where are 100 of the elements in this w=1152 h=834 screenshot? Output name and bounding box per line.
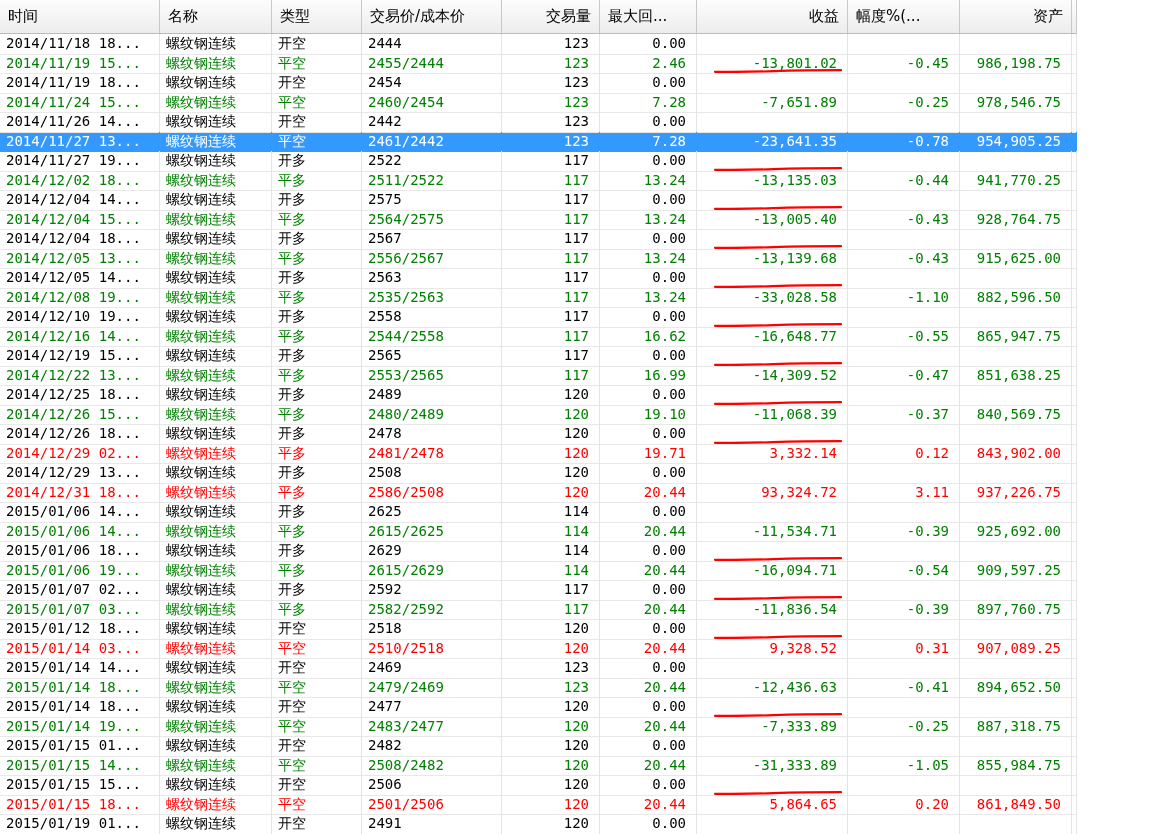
- table-cell-text: 2522: [368, 151, 402, 170]
- table-cell: 2511/2522: [368, 170, 444, 190]
- table-row[interactable]: 2014/12/25 18... 螺纹钢连续 开多 2489 120 0.00: [0, 385, 1077, 405]
- table-cell: 螺纹钢连续: [166, 170, 236, 190]
- table-cell-text: 螺纹钢连续: [166, 541, 236, 560]
- table-cell: 117: [563, 365, 589, 385]
- table-row[interactable]: 2015/01/19 01... 螺纹钢连续 开空 2491 120 0.00: [0, 814, 1077, 834]
- table-cell: 2553/2565: [368, 365, 444, 385]
- table-row[interactable]: 2014/12/22 13... 螺纹钢连续 平多 2553/2565 117 16.99 -14,309.52 -0.47 851,638.25: [0, 365, 1077, 385]
- table-cell: 螺纹钢连续: [166, 326, 236, 346]
- table-cell-text: 120: [563, 385, 589, 404]
- table-cell: 平多: [278, 599, 306, 619]
- table-cell-text: 开空: [278, 658, 306, 677]
- column-header[interactable]: 幅度%(...: [848, 0, 960, 33]
- table-cell: 平多: [278, 170, 306, 190]
- table-row[interactable]: 2014/12/26 18... 螺纹钢连续 开多 2478 120 0.00: [0, 424, 1077, 444]
- table-cell-text: 114: [563, 541, 589, 560]
- table-cell: 120: [563, 482, 589, 502]
- table-cell: -0.44: [906, 170, 949, 190]
- table-cell-text: 120: [563, 814, 589, 833]
- table-cell: 840,569.75: [976, 404, 1061, 424]
- table-row[interactable]: 2014/12/04 15... 螺纹钢连续 平多 2564/2575 117 13.24 -13,005.40 -0.43 928,764.75: [0, 209, 1077, 229]
- table-row[interactable]: 2015/01/15 18... 螺纹钢连续 平空 2501/2506 120 20.44 5,864.65 0.20 861,849.50: [0, 794, 1077, 814]
- table-row[interactable]: 2014/11/26 14... 螺纹钢连续 开空 2442 123 0.00: [0, 112, 1077, 132]
- table-cell-text: 2015/01/06 14...: [6, 502, 141, 521]
- column-header[interactable]: 收益: [697, 0, 848, 33]
- table-row[interactable]: 2014/12/19 15... 螺纹钢连续 开多 2565 117 0.00: [0, 346, 1077, 366]
- table-cell-text: 2014/11/19 18...: [6, 73, 141, 92]
- table-row[interactable]: 2014/12/04 14... 螺纹钢连续 开多 2575 117 0.00: [0, 190, 1077, 210]
- table-row[interactable]: 2014/11/18 18... 螺纹钢连续 开空 2444 123 0.00: [0, 34, 1077, 54]
- column-header[interactable]: 最大回...: [600, 0, 697, 33]
- table-cell-text: 2015/01/19 01...: [6, 814, 141, 833]
- table-row[interactable]: 2015/01/15 01... 螺纹钢连续 开空 2482 120 0.00: [0, 736, 1077, 756]
- table-row[interactable]: 2014/12/05 14... 螺纹钢连续 开多 2563 117 0.00: [0, 268, 1077, 288]
- column-header[interactable]: 名称: [160, 0, 272, 33]
- table-row[interactable]: 2015/01/14 18... 螺纹钢连续 开空 2477 120 0.00: [0, 697, 1077, 717]
- table-row[interactable]: 2014/11/19 18... 螺纹钢连续 开空 2454 123 0.00: [0, 73, 1077, 93]
- table-cell-text: 2478: [368, 424, 402, 443]
- table-cell: 2501/2506: [368, 794, 444, 814]
- table-row[interactable]: 2014/11/27 19... 螺纹钢连续 开多 2522 117 0.00: [0, 151, 1077, 171]
- table-row[interactable]: 2014/11/19 15... 螺纹钢连续 平空 2455/2444 123 2.46 -13,801.02 -0.45 986,198.75: [0, 53, 1077, 73]
- table-cell: 928,764.75: [976, 209, 1061, 229]
- table-cell: 平多: [278, 248, 306, 268]
- table-cell-text: 螺纹钢连续: [166, 775, 236, 794]
- table-row[interactable]: 2014/12/16 14... 螺纹钢连续 平多 2544/2558 117 16.62 -16,648.77 -0.55 865,947.75: [0, 326, 1077, 346]
- table-cell-text: 2015/01/06 18...: [6, 541, 141, 560]
- table-cell-text: 117: [563, 268, 589, 287]
- table-row[interactable]: 2014/12/10 19... 螺纹钢连续 开多 2558 117 0.00: [0, 307, 1077, 327]
- table-cell-text: 117: [563, 307, 589, 326]
- table-row[interactable]: 2014/12/31 18... 螺纹钢连续 平多 2586/2508 120 20.44 93,324.72 3.11 937,226.75: [0, 482, 1077, 502]
- table-cell-text: 2442: [368, 112, 402, 131]
- table-cell: 2014/12/16 14...: [6, 326, 141, 346]
- table-row[interactable]: 2014/12/02 18... 螺纹钢连续 平多 2511/2522 117 13.24 -13,135.03 -0.44 941,770.25: [0, 170, 1077, 190]
- column-header[interactable]: 时间: [0, 0, 160, 33]
- column-header[interactable]: 类型: [272, 0, 362, 33]
- column-header[interactable]: 资产: [960, 0, 1072, 33]
- table-cell: -1.10: [906, 287, 949, 307]
- table-row[interactable]: 2014/12/29 13... 螺纹钢连续 开多 2508 120 0.00: [0, 463, 1077, 483]
- table-row[interactable]: 2015/01/07 02... 螺纹钢连续 开多 2592 117 0.00: [0, 580, 1077, 600]
- table-row[interactable]: 2014/12/04 18... 螺纹钢连续 开多 2567 117 0.00: [0, 229, 1077, 249]
- table-row[interactable]: 2014/11/24 15... 螺纹钢连续 平空 2460/2454 123 7.28 -7,651.89 -0.25 978,546.75: [0, 92, 1077, 112]
- table-cell: 19.71: [643, 443, 686, 463]
- table-row[interactable]: 2014/12/05 13... 螺纹钢连续 平多 2556/2567 117 13.24 -13,139.68 -0.43 915,625.00: [0, 248, 1077, 268]
- table-row[interactable]: 2015/01/12 18... 螺纹钢连续 开空 2518 120 0.00: [0, 619, 1077, 639]
- table-cell-text: 0.00: [652, 346, 686, 365]
- table-cell-text: 2508: [368, 463, 402, 482]
- table-cell: 20.44: [643, 521, 686, 541]
- table-row[interactable]: 2014/12/29 02... 螺纹钢连续 平多 2481/2478 120 19.71 3,332.14 0.12 843,902.00: [0, 443, 1077, 463]
- table-row[interactable]: 2014/12/08 19... 螺纹钢连续 平多 2535/2563 117 13.24 -33,028.58 -1.10 882,596.50: [0, 287, 1077, 307]
- table-row[interactable]: 2015/01/06 19... 螺纹钢连续 平多 2615/2629 114 20.44 -16,094.71 -0.54 909,597.25: [0, 560, 1077, 580]
- table-cell: -13,135.03: [752, 170, 837, 190]
- table-cell: 3,332.14: [769, 443, 837, 463]
- table-row[interactable]: 2015/01/14 19... 螺纹钢连续 平空 2483/2477 120 20.44 -7,333.89 -0.25 887,318.75: [0, 716, 1077, 736]
- table-row[interactable]: 2015/01/14 03... 螺纹钢连续 平空 2510/2518 120 20.44 9,328.52 0.31 907,089.25: [0, 638, 1077, 658]
- table-cell: 2014/12/22 13...: [6, 365, 141, 385]
- table-cell: 螺纹钢连续: [166, 716, 236, 736]
- column-header[interactable]: 交易量: [502, 0, 600, 33]
- table-cell: 2014/12/26 15...: [6, 404, 141, 424]
- table-cell: 螺纹钢连续: [166, 521, 236, 541]
- table-row[interactable]: 2014/12/26 15... 螺纹钢连续 平多 2480/2489 120 19.10 -11,068.39 -0.37 840,569.75: [0, 404, 1077, 424]
- table-cell-text: 120: [563, 697, 589, 716]
- column-header[interactable]: 交易价/成本价: [362, 0, 502, 33]
- table-row[interactable]: 2015/01/07 03... 螺纹钢连续 平多 2582/2592 117 20.44 -11,836.54 -0.39 897,760.75: [0, 599, 1077, 619]
- table-row[interactable]: 2015/01/06 18... 螺纹钢连续 开多 2629 114 0.00: [0, 541, 1077, 561]
- table-cell-text: 开多: [278, 190, 306, 209]
- table-cell: 螺纹钢连续: [166, 755, 236, 775]
- table-cell-text: 117: [563, 346, 589, 365]
- table-cell-text: 2625: [368, 502, 402, 521]
- table-cell-text: 2629: [368, 541, 402, 560]
- table-row[interactable]: 2015/01/14 18... 螺纹钢连续 平空 2479/2469 123 20.44 -12,436.63 -0.41 894,652.50: [0, 677, 1077, 697]
- table-cell-text: 120: [563, 424, 589, 443]
- table-row[interactable]: 2015/01/15 14... 螺纹钢连续 平空 2508/2482 120 20.44 -31,333.89 -1.05 855,984.75: [0, 755, 1077, 775]
- table-row[interactable]: 2015/01/06 14... 螺纹钢连续 开多 2625 114 0.00: [0, 502, 1077, 522]
- table-row[interactable]: 2015/01/06 14... 螺纹钢连续 平多 2615/2625 114 20.44 -11,534.71 -0.39 925,692.00: [0, 521, 1077, 541]
- table-cell-text: 开空: [278, 697, 306, 716]
- table-row[interactable]: 2015/01/15 15... 螺纹钢连续 开空 2506 120 0.00: [0, 775, 1077, 795]
- table-row[interactable]: 2015/01/14 14... 螺纹钢连续 开空 2469 123 0.00: [0, 658, 1077, 678]
- table-cell: -12,436.63: [752, 677, 837, 697]
- table-cell: 2556/2567: [368, 248, 444, 268]
- table-cell-text: 2014/12/26 18...: [6, 424, 141, 443]
